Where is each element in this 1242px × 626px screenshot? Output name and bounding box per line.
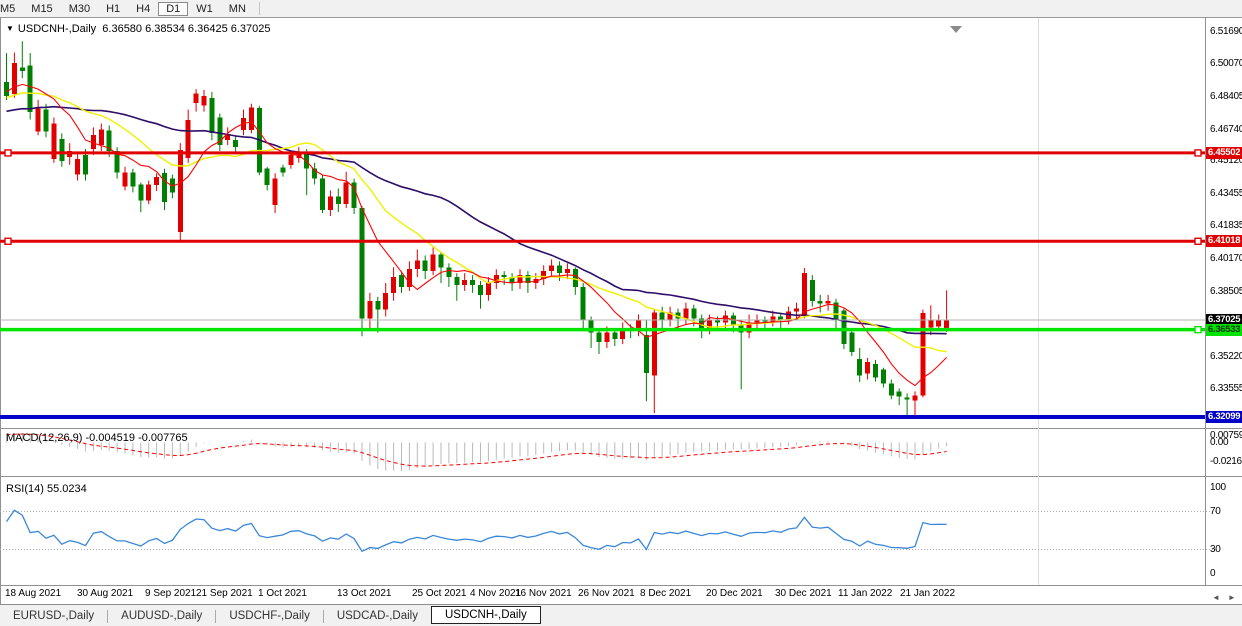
- date-label: 11 Jan 2022: [838, 588, 892, 599]
- date-label: 4 Nov 2021: [470, 588, 521, 599]
- indicator-axis-label: 0: [1210, 568, 1215, 579]
- date-label: 13 Oct 2021: [337, 588, 391, 599]
- dropdown-triangle-icon[interactable]: ▼: [6, 24, 14, 33]
- date-label: 21 Sep 2021: [196, 588, 253, 599]
- indicator-axis-label: 30: [1210, 544, 1221, 555]
- price-axis-label: 6.41835: [1210, 220, 1242, 231]
- price-axis-label: 6.48405: [1210, 91, 1242, 102]
- macd-indicator-label: MACD(12,26,9) -0.004519 -0.007765: [6, 432, 188, 444]
- chart-tab-usdcnh[interactable]: USDCNH-,Daily: [431, 606, 541, 624]
- indicator-axis-label: -0.02164: [1210, 456, 1242, 467]
- date-label: 8 Dec 2021: [640, 588, 691, 599]
- indicator-axis-label: 100: [1210, 482, 1226, 493]
- date-label: 26 Nov 2021: [578, 588, 635, 599]
- price-axis-label: 6.33555: [1210, 383, 1242, 394]
- date-label: 9 Sep 2021: [145, 588, 196, 599]
- date-label: 16 Nov 2021: [515, 588, 572, 599]
- date-label: 18 Aug 2021: [5, 588, 61, 599]
- indicator-axis-label: 0.00: [1210, 437, 1228, 448]
- price-badge: 6.41018: [1206, 235, 1242, 247]
- price-axis-label: 6.46740: [1210, 124, 1242, 135]
- date-label: 20 Dec 2021: [706, 588, 763, 599]
- chart-tab-usdchf[interactable]: USDCHF-,Daily: [216, 607, 323, 625]
- date-label: 21 Jan 2022: [900, 588, 955, 599]
- price-axis-label: 6.40170: [1210, 253, 1242, 264]
- mt4-window: M5M15M30H1H4D1W1MN ▼USDCNH-,Daily 6.3658…: [0, 0, 1242, 626]
- indicator-axis-label: 70: [1210, 506, 1221, 517]
- chart-tab-eurusd[interactable]: EURUSD-,Daily: [0, 607, 107, 625]
- chart-title: ▼ USDCNH-,Daily 6.36580 6.38534 6.36425 6…: [6, 23, 271, 35]
- chart-canvas[interactable]: [0, 0, 1242, 626]
- date-label: 1 Oct 2021: [258, 588, 307, 599]
- price-axis-label: 6.35220: [1210, 351, 1242, 362]
- price-axis-label: 6.38505: [1210, 286, 1242, 297]
- price-badge: 6.45502: [1206, 147, 1242, 159]
- price-axis-label: 6.50070: [1210, 58, 1242, 69]
- date-label: 25 Oct 2021: [412, 588, 466, 599]
- scroll-left-icon[interactable]: ◄: [1212, 593, 1220, 602]
- price-axis-label: 6.51690: [1210, 26, 1242, 37]
- chart-symbol-label: USDCNH-,Daily: [18, 23, 96, 35]
- chart-tab-usdcad[interactable]: USDCAD-,Daily: [324, 607, 431, 625]
- date-label: 30 Aug 2021: [77, 588, 133, 599]
- chart-shift-marker: [950, 26, 962, 33]
- price-axis-label: 6.43455: [1210, 188, 1242, 199]
- chart-ohlc-values: 6.36580 6.38534 6.36425 6.37025: [102, 23, 270, 35]
- price-badge: 6.32099: [1206, 411, 1242, 423]
- rsi-indicator-label: RSI(14) 55.0234: [6, 483, 87, 495]
- tab-scroll-arrows: ◄►: [1212, 593, 1242, 602]
- scroll-right-icon[interactable]: ►: [1228, 593, 1236, 602]
- chart-tab-audusd[interactable]: AUDUSD-,Daily: [108, 607, 215, 625]
- chart-tab-bar: EURUSD-,DailyAUDUSD-,DailyUSDCHF-,DailyU…: [0, 604, 1242, 626]
- price-badge: 6.36533: [1206, 324, 1242, 336]
- date-label: 30 Dec 2021: [775, 588, 832, 599]
